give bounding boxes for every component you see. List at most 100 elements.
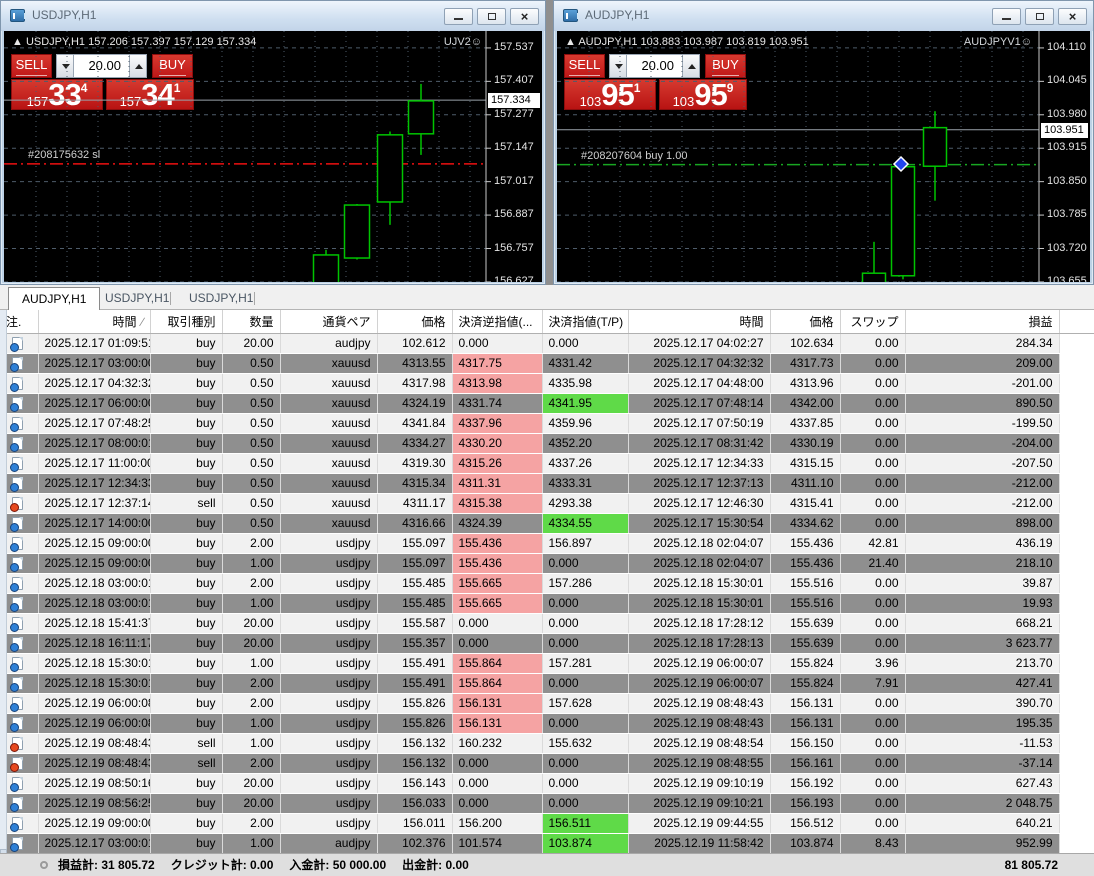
history-row[interactable]: 2025.12.18 15:30:01 buy 1.00 usdjpy 155.491 1… [0, 653, 1094, 674]
column-header[interactable]: 損益 [905, 310, 1060, 334]
tab-audjpy-h1[interactable]: AUDJPY,H1 [8, 287, 101, 310]
order-sell-icon [10, 496, 23, 512]
history-row[interactable]: 2025.12.18 03:00:01 buy 2.00 usdjpy 155.485 1… [0, 573, 1094, 594]
restore-button[interactable] [1025, 8, 1054, 25]
order-buy-icon [10, 416, 23, 432]
table-scrollbar[interactable] [0, 310, 7, 876]
history-row[interactable]: 2025.12.17 03:00:00 buy 0.50 xauusd 4313.55 4… [0, 353, 1094, 374]
history-row[interactable]: 2025.12.17 04:32:32 buy 0.50 xauusd 4317.98 4… [0, 373, 1094, 394]
connection-status-icon [40, 861, 48, 869]
order-buy-icon [10, 576, 23, 592]
total-profit: 81 805.72 [1004, 858, 1058, 872]
column-header[interactable]: 決済指値(T/P) [542, 310, 629, 334]
price-axis-label: 103.915 [1047, 141, 1087, 154]
order-buy-icon [10, 816, 23, 832]
history-row[interactable]: 2025.12.15 09:00:00 buy 1.00 usdjpy 155.097 1… [0, 553, 1094, 574]
close-button[interactable]: × [1058, 8, 1087, 25]
status-bar: 損益計: 31 805.72 クレジット計: 0.00 入金計: 50 000.00… [0, 853, 1094, 876]
price-axis-label: 157.277 [494, 107, 534, 120]
history-row[interactable]: 2025.12.15 09:00:00 buy 2.00 usdjpy 155.097 1… [0, 533, 1094, 554]
column-header[interactable]: 価格 [377, 310, 453, 334]
price-axis-label: 157.017 [494, 174, 534, 187]
history-row[interactable]: 2025.12.19 08:48:43 sell 2.00 usdjpy 156.132… [0, 753, 1094, 774]
tab-divider [254, 292, 255, 305]
table-header[interactable]: 注. 時間 ∕ 取引種別 数量 通貨ペア 価格 決済逆指値(... 決済指値(T/P) 時間 価格ス… [0, 310, 1094, 334]
order-buy-icon [10, 476, 23, 492]
column-header[interactable]: 取引種別 [150, 310, 223, 334]
order-buy-icon [10, 796, 23, 812]
chart-window-usdjpy: USDJPY,H1 × ▲ USDJPY,H1 157.206 157.397 … [0, 0, 546, 285]
chart-area-usdjpy[interactable]: ▲ USDJPY,H1 157.206 157.397 157.129 157.… [4, 31, 542, 282]
price-axis-label: 157.147 [494, 141, 534, 154]
tab-usdjpy-h1-2[interactable]: USDJPY,H1 [176, 287, 266, 310]
account-history-table: 注. 時間 ∕ 取引種別 数量 通貨ペア 価格 決済逆指値(... 決済指値(T/P) 時間 価格ス… [0, 310, 1094, 854]
price-axis-label: 157.407 [494, 74, 534, 87]
close-button[interactable]: × [510, 8, 539, 25]
history-tab-bar: AUDJPY,H1 USDJPY,H1 USDJPY,H1 [0, 285, 1094, 310]
column-header[interactable]: 決済逆指値(... [452, 310, 543, 334]
candle [861, 272, 887, 282]
candle [407, 100, 435, 135]
order-buy-icon [10, 696, 23, 712]
tab-divider [170, 292, 171, 305]
history-row[interactable]: 2025.12.17 06:00:00 buy 0.50 xauusd 4324.19 4… [0, 393, 1094, 414]
history-row[interactable]: 2025.12.19 06:00:08 buy 1.00 usdjpy 155.826 1… [0, 713, 1094, 734]
tab-usdjpy-h1[interactable]: USDJPY,H1 [92, 287, 182, 310]
candle [890, 165, 916, 277]
chart-icon [563, 9, 579, 22]
order-buy-icon [10, 716, 23, 732]
order-buy-icon [10, 396, 23, 412]
history-row[interactable]: 2025.12.18 16:11:17 buy 20.00 usdjpy 155.357… [0, 633, 1094, 654]
column-header[interactable]: 時間 ∕ [38, 310, 151, 334]
price-axis-label: 104.045 [1047, 74, 1087, 87]
order-buy-icon [10, 836, 23, 852]
account-totals: 損益計: 31 805.72 クレジット計: 0.00 入金計: 50 000.00… [58, 858, 469, 872]
history-row[interactable]: 2025.12.19 08:50:16 buy 20.00 usdjpy 156.143… [0, 773, 1094, 794]
history-row[interactable]: 2025.12.17 11:00:00 buy 0.50 xauusd 4319.30 4… [0, 453, 1094, 474]
history-row[interactable]: 2025.12.18 03:00:01 buy 1.00 usdjpy 155.485 1… [0, 593, 1094, 614]
history-row[interactable]: 2025.12.19 08:56:25 buy 20.00 usdjpy 156.033… [0, 793, 1094, 814]
restore-button[interactable] [477, 8, 506, 25]
history-row[interactable]: 2025.12.17 07:48:25 buy 0.50 xauusd 4341.84 4… [0, 413, 1094, 434]
column-header[interactable]: スワップ [840, 310, 906, 334]
order-buy-icon [10, 656, 23, 672]
column-header[interactable]: 価格 [770, 310, 841, 334]
order-buy-icon [10, 336, 23, 352]
order-buy-icon [10, 536, 23, 552]
history-row[interactable]: 2025.12.17 12:37:14 sell 0.50 xauusd 4311.17… [0, 493, 1094, 514]
order-buy-icon [10, 636, 23, 652]
price-axis-label: 104.110 [1047, 40, 1086, 53]
history-row[interactable]: 2025.12.17 12:34:33 buy 0.50 xauusd 4315.34 4… [0, 473, 1094, 494]
candle [343, 204, 371, 259]
order-buy-icon [10, 596, 23, 612]
history-row[interactable]: 2025.12.17 08:00:01 buy 0.50 xauusd 4334.27 4… [0, 433, 1094, 454]
price-axis-label: 103.980 [1047, 107, 1087, 120]
chart-area-audjpy[interactable]: ▲ AUDJPY,H1 103.883 103.987 103.819 103.… [557, 31, 1090, 282]
candle [376, 134, 404, 203]
column-header[interactable]: 数量 [222, 310, 281, 334]
minimize-button[interactable] [444, 8, 473, 25]
order-buy-icon [10, 776, 23, 792]
order-buy-icon [10, 356, 23, 372]
order-buy-icon [10, 376, 23, 392]
history-row[interactable]: 2025.12.17 14:00:00 buy 0.50 xauusd 4316.66 4… [0, 513, 1094, 534]
history-row[interactable]: 2025.12.19 09:00:00 buy 2.00 usdjpy 156.011 1… [0, 813, 1094, 834]
chart-icon [10, 9, 26, 22]
window-titlebar[interactable]: USDJPY,H1 × [1, 1, 545, 31]
window-titlebar[interactable]: AUDJPY,H1 × [554, 1, 1093, 31]
history-row[interactable]: 2025.12.19 06:00:08 buy 2.00 usdjpy 155.826 1… [0, 693, 1094, 714]
price-axis-label: 103.785 [1047, 208, 1087, 221]
column-header[interactable]: 時間 [628, 310, 771, 334]
column-header[interactable]: 通貨ペア [280, 310, 378, 334]
history-row[interactable]: 2025.12.18 15:41:37 buy 20.00 usdjpy 155.587… [0, 613, 1094, 634]
history-row[interactable]: 2025.12.17 01:09:51 buy 20.00 audjpy 102.612… [0, 333, 1094, 354]
minimize-button[interactable] [992, 8, 1021, 25]
order-buy-icon [10, 456, 23, 472]
price-axis-label: 156.887 [494, 208, 534, 221]
window-title: USDJPY,H1 [32, 8, 97, 22]
history-row[interactable]: 2025.12.19 08:48:43 sell 1.00 usdjpy 156.132… [0, 733, 1094, 754]
history-row[interactable]: 2025.12.18 15:30:01 buy 2.00 usdjpy 155.491 1… [0, 673, 1094, 694]
price-axis-label: 156.757 [494, 241, 534, 254]
order-buy-icon [10, 676, 23, 692]
history-row[interactable]: 2025.12.17 03:00:01 buy 1.00 audjpy 102.376 1… [0, 833, 1094, 854]
